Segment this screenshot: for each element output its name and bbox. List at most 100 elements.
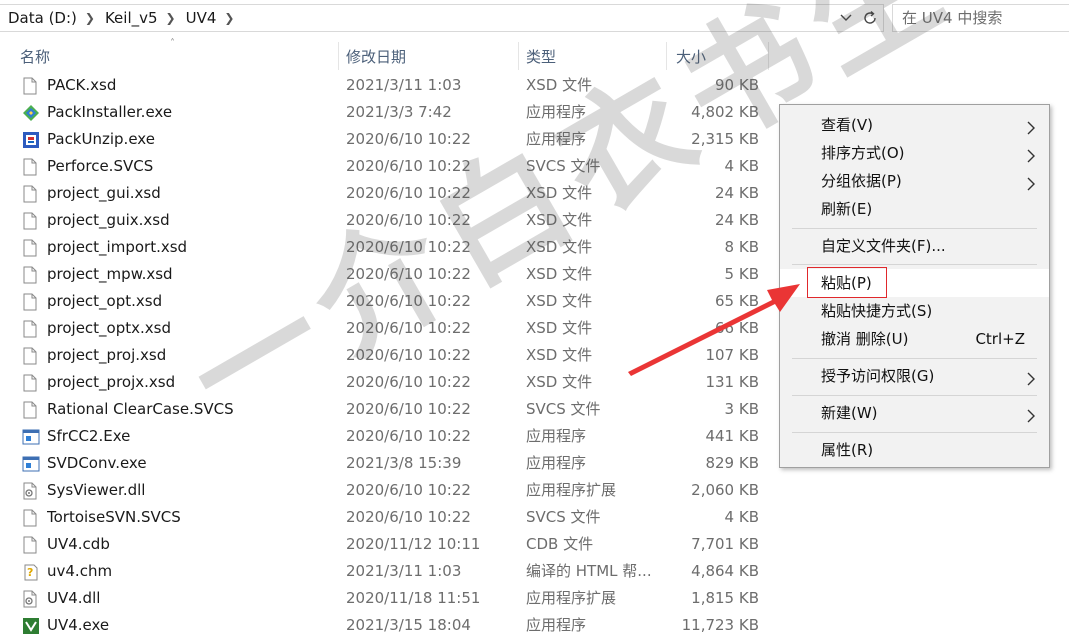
file-type: CDB 文件 <box>526 535 594 553</box>
file-icon <box>22 347 40 365</box>
file-row[interactable]: SVDConv.exe 2021/3/8 15:39 应用程序 829 KB <box>0 450 780 477</box>
file-date: 2021/3/8 15:39 <box>346 454 462 472</box>
menu-item-label: 粘贴(P) <box>821 274 872 292</box>
file-row[interactable]: project_gui.xsd 2020/6/10 10:22 XSD 文件 24 K… <box>0 180 780 207</box>
menu-item-label: 新建(W) <box>821 404 878 422</box>
file-row[interactable]: UV4.cdb 2020/11/12 10:11 CDB 文件 7,701 KB <box>0 531 780 558</box>
file-type: XSD 文件 <box>526 184 593 202</box>
breadcrumb-drive[interactable]: Data (D:) <box>0 9 83 27</box>
file-size: 7,701 KB <box>691 535 759 553</box>
menu-item-customize-folder[interactable]: 自定义文件夹(F)... <box>780 232 1049 260</box>
file-size: 3 KB <box>724 400 759 418</box>
column-divider[interactable] <box>518 42 519 70</box>
file-row[interactable]: TortoiseSVN.SVCS 2020/6/10 10:22 SVCS 文件 4 … <box>0 504 780 531</box>
column-header-date[interactable]: 修改日期 <box>340 40 518 72</box>
file-row[interactable]: ? uv4.chm 2021/3/11 1:03 编译的 HTML 帮... 4,864… <box>0 558 780 585</box>
column-divider[interactable] <box>768 42 769 70</box>
file-size: 441 KB <box>705 427 759 445</box>
submenu-chevron-right-icon <box>1025 368 1037 386</box>
search-input[interactable] <box>893 5 1067 31</box>
file-date: 2020/6/10 10:22 <box>346 400 471 418</box>
breadcrumb-chevron-icon[interactable]: ❯ <box>83 11 97 25</box>
menu-separator <box>792 264 1037 265</box>
file-size: 24 KB <box>715 184 759 202</box>
app-icon <box>22 428 40 446</box>
search-box[interactable] <box>892 4 1069 32</box>
file-row[interactable]: Rational ClearCase.SVCS 2020/6/10 10:22 SV… <box>0 396 780 423</box>
file-date: 2021/3/15 18:04 <box>346 616 471 634</box>
file-name: UV4.cdb <box>47 535 110 553</box>
menu-item-label: 粘贴快捷方式(S) <box>821 302 933 320</box>
file-icon <box>22 374 40 392</box>
file-size: 4,802 KB <box>691 103 759 121</box>
file-name: PackUnzip.exe <box>47 130 155 148</box>
menu-item-paste-shortcut[interactable]: 粘贴快捷方式(S) <box>780 297 1049 325</box>
menu-separator <box>792 228 1037 229</box>
column-header-type[interactable]: 类型 <box>520 40 666 72</box>
address-bar-row: Data (D:) ❯ Keil_v5 ❯ UV4 ❯ <box>0 0 1069 37</box>
file-row[interactable]: project_mpw.xsd 2020/6/10 10:22 XSD 文件 5 KB <box>0 261 780 288</box>
file-row[interactable]: project_import.xsd 2020/6/10 10:22 XSD 文件 8… <box>0 234 780 261</box>
file-type: 应用程序 <box>526 130 587 148</box>
file-row[interactable]: SfrCC2.Exe 2020/6/10 10:22 应用程序 441 KB <box>0 423 780 450</box>
file-row[interactable]: PackInstaller.exe 2021/3/3 7:42 应用程序 4,802 … <box>0 99 780 126</box>
file-icon <box>22 536 40 554</box>
address-history-chevron-down-icon[interactable] <box>836 7 856 29</box>
menu-item-view[interactable]: 查看(V) <box>780 111 1049 139</box>
breadcrumb-uv4[interactable]: UV4 <box>178 9 223 27</box>
menu-item-group[interactable]: 分组依据(P) <box>780 167 1049 195</box>
column-divider[interactable] <box>338 42 339 70</box>
breadcrumb-chevron-icon[interactable]: ❯ <box>164 11 178 25</box>
file-row[interactable]: project_opt.xsd 2020/6/10 10:22 XSD 文件 65 K… <box>0 288 780 315</box>
file-type: SVCS 文件 <box>526 508 601 526</box>
file-type: 应用程序 <box>526 616 587 634</box>
menu-item-label: 撤消 删除(U) <box>821 330 909 348</box>
menu-item-properties[interactable]: 属性(R) <box>780 436 1049 464</box>
file-row[interactable]: SysViewer.dll 2020/6/10 10:22 应用程序扩展 2,060 … <box>0 477 780 504</box>
submenu-chevron-right-icon <box>1025 173 1037 191</box>
file-date: 2020/11/12 10:11 <box>346 535 481 553</box>
column-header-name[interactable]: 名称 <box>14 40 338 72</box>
menu-item-shortcut: Ctrl+Z <box>975 330 1025 348</box>
column-divider[interactable] <box>666 42 667 70</box>
file-icon <box>22 158 40 176</box>
menu-separator <box>792 358 1037 359</box>
file-row[interactable]: PackUnzip.exe 2020/6/10 10:22 应用程序 2,315 KB <box>0 126 780 153</box>
breadcrumb-chevron-icon[interactable]: ❯ <box>222 11 236 25</box>
menu-item-undo-delete[interactable]: 撤消 删除(U) Ctrl+Z <box>780 325 1049 353</box>
file-name: project_optx.xsd <box>47 319 171 337</box>
file-date: 2020/6/10 10:22 <box>346 184 471 202</box>
file-name: uv4.chm <box>47 562 113 580</box>
file-type: XSD 文件 <box>526 211 593 229</box>
file-row[interactable]: project_optx.xsd 2020/6/10 10:22 XSD 文件 66 … <box>0 315 780 342</box>
file-row[interactable]: UV4.exe 2021/3/15 18:04 应用程序 11,723 KB <box>0 612 780 639</box>
file-row[interactable]: project_projx.xsd 2020/6/10 10:22 XSD 文件 13… <box>0 369 780 396</box>
menu-item-label: 查看(V) <box>821 116 873 134</box>
file-date: 2020/6/10 10:22 <box>346 211 471 229</box>
refresh-icon[interactable] <box>858 6 882 30</box>
file-type: 应用程序 <box>526 427 587 445</box>
file-row[interactable]: UV4.dll 2020/11/18 11:51 应用程序扩展 1,815 KB <box>0 585 780 612</box>
file-date: 2021/3/11 1:03 <box>346 76 462 94</box>
file-list: PACK.xsd 2021/3/11 1:03 XSD 文件 90 KB PackIns… <box>0 72 780 639</box>
unzip-icon <box>22 131 40 149</box>
menu-item-new[interactable]: 新建(W) <box>780 399 1049 427</box>
breadcrumb-keil[interactable]: Keil_v5 <box>97 9 164 27</box>
file-row[interactable]: project_guix.xsd 2020/6/10 10:22 XSD 文件 24 … <box>0 207 780 234</box>
uv4-icon <box>22 617 40 635</box>
file-row[interactable]: project_proj.xsd 2020/6/10 10:22 XSD 文件 107… <box>0 342 780 369</box>
column-header-size[interactable]: 大小 <box>670 40 768 72</box>
file-type: SVCS 文件 <box>526 400 601 418</box>
menu-item-refresh[interactable]: 刷新(E) <box>780 195 1049 223</box>
file-size: 107 KB <box>705 346 759 364</box>
file-name: UV4.dll <box>47 589 101 607</box>
menu-item-grant-access[interactable]: 授予访问权限(G) <box>780 362 1049 390</box>
menu-item-paste[interactable]: 粘贴(P) <box>780 269 1049 297</box>
breadcrumb: Data (D:) ❯ Keil_v5 ❯ UV4 ❯ <box>0 4 884 32</box>
dll-icon <box>22 590 40 608</box>
file-row[interactable]: PACK.xsd 2021/3/11 1:03 XSD 文件 90 KB <box>0 72 780 99</box>
file-icon <box>22 77 40 95</box>
menu-item-sort[interactable]: 排序方式(O) <box>780 139 1049 167</box>
file-size: 5 KB <box>724 265 759 283</box>
file-row[interactable]: Perforce.SVCS 2020/6/10 10:22 SVCS 文件 4 KB <box>0 153 780 180</box>
